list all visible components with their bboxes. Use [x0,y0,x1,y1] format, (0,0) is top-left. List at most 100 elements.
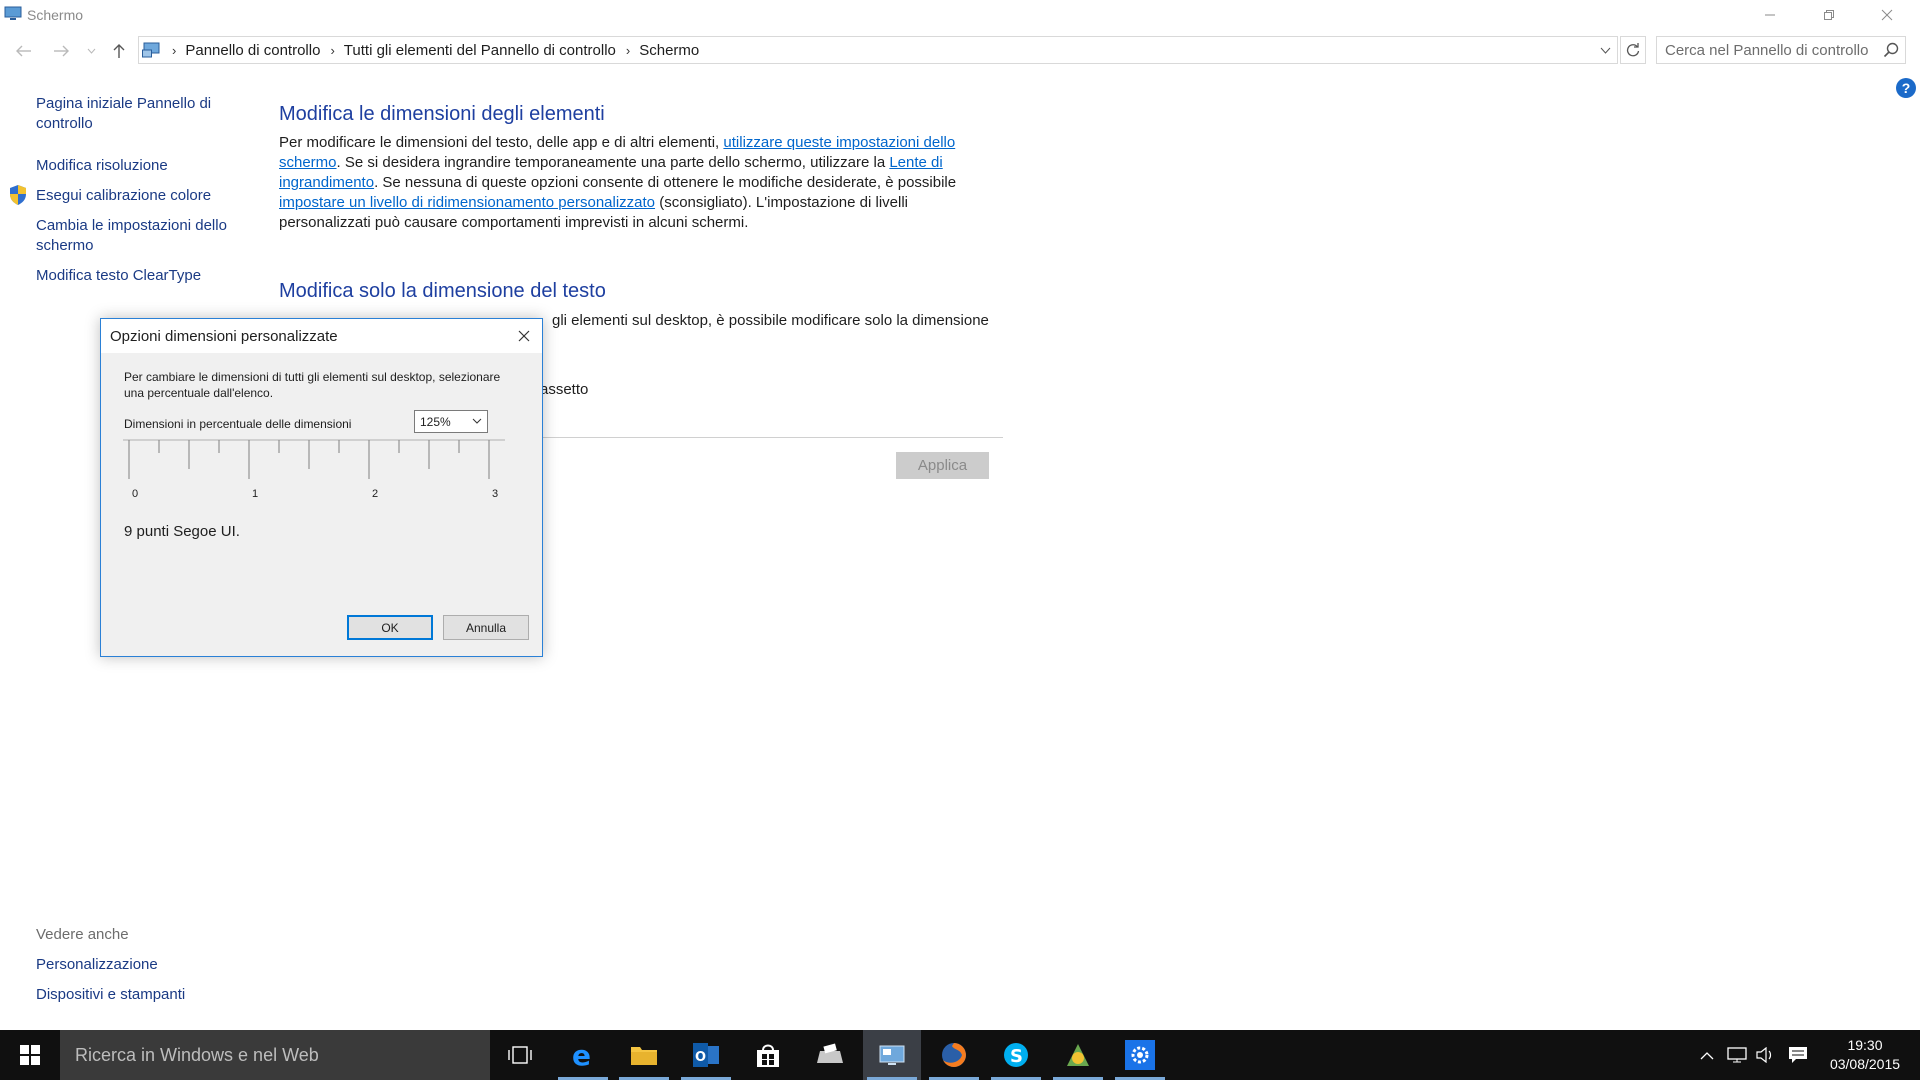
volume-button[interactable] [1752,1030,1778,1080]
custom-scaling-link[interactable]: impostare un livello di ridimensionament… [279,194,655,211]
chevron-down-icon [1600,47,1610,54]
search-placeholder: Cerca nel Pannello di controllo [1665,42,1869,59]
section-description: Per modificare le dimensioni del testo, … [279,133,999,233]
taskbar-green-app[interactable] [1049,1030,1107,1080]
restore-button[interactable] [1800,0,1858,30]
outlook-icon: O [693,1043,719,1067]
chevron-right-icon[interactable]: › [330,43,334,58]
minimize-button[interactable] [1741,0,1799,30]
apply-button[interactable]: Applica [896,452,989,479]
breadcrumb-all-items[interactable]: Tutti gli elementi del Pannello di contr… [344,42,616,59]
speaker-icon [1756,1047,1772,1063]
network-button[interactable] [1724,1030,1750,1080]
up-button[interactable] [105,34,133,68]
address-bar[interactable]: › Pannello di controllo › Tutti gli elem… [138,36,1618,64]
refresh-button[interactable] [1620,36,1646,64]
edge-icon: e [572,1042,591,1068]
ruler-label-2: 2 [372,488,378,500]
display-icon [4,6,22,20]
control-panel-window: Schermo › Pannello di controllo › Tutti … [0,0,1920,1080]
recent-locations-button[interactable] [83,34,99,68]
control-panel-icon [142,42,160,58]
ok-button[interactable]: OK [347,615,433,640]
taskbar-fax-scanner[interactable] [801,1030,859,1080]
taskbar-settings[interactable] [1111,1030,1169,1080]
chevron-right-icon[interactable]: › [626,43,630,58]
dialog-description: Per cambiare le dimensioni di tutti gli … [124,370,501,400]
scale-ruler[interactable]: 0 1 2 3 [123,439,505,501]
notification-icon [1789,1047,1807,1063]
back-button[interactable] [10,34,38,68]
control-panel-icon [879,1045,905,1065]
see-also-devices-printers[interactable]: Dispositivi e stampanti [36,985,246,1005]
taskbar-edge[interactable]: e [554,1030,612,1080]
taskbar-outlook[interactable]: O [677,1030,735,1080]
scale-select[interactable]: 125% [414,410,488,433]
skype-icon: S [1004,1043,1028,1067]
address-dropdown-button[interactable] [1593,37,1617,63]
green-app-icon [1067,1044,1089,1066]
task-view-button[interactable] [491,1030,549,1080]
section-title-text-size: Modifica solo la dimensione del testo [279,280,606,302]
taskbar-store[interactable] [739,1030,797,1080]
taskbar: Ricerca in Windows e nel Web e O S 19:30… [0,1030,1920,1080]
dialog-title: Opzioni dimensioni personalizzate [110,328,338,345]
text-size-description-fragment: assetto [540,381,589,398]
sidebar-item-control-panel-home[interactable]: Pagina iniziale Pannello di controllo [36,94,246,134]
arrow-right-icon [54,45,69,57]
sidebar-item-change-resolution[interactable]: Modifica risoluzione [36,156,246,176]
task-view-icon [508,1046,532,1064]
settings-gear-icon [1125,1040,1155,1070]
search-box[interactable]: Cerca nel Pannello di controllo [1656,36,1906,64]
taskbar-search-box[interactable]: Ricerca in Windows e nel Web [60,1030,490,1080]
sidebar-item-color-calibration[interactable]: Esegui calibrazione colore [36,186,246,206]
taskbar-display-control-panel[interactable] [863,1030,921,1080]
dialog-title-bar: Opzioni dimensioni personalizzate [101,319,542,353]
help-icon[interactable]: ? [1896,78,1916,98]
chevron-up-icon [1700,1051,1714,1059]
cancel-button[interactable]: Annulla [443,615,529,640]
windows-logo-icon [20,1045,40,1065]
dialog-close-button[interactable] [514,326,534,346]
taskbar-file-explorer[interactable] [615,1030,673,1080]
svg-text:e: e [572,1042,591,1068]
start-button[interactable] [0,1030,60,1080]
sidebar-item-display-settings[interactable]: Cambia le impostazioni dello schermo [36,216,246,256]
clock-date: 03/08/2015 [1829,1056,1901,1072]
window-title: Schermo [27,7,84,23]
chevron-down-icon [472,418,482,424]
see-also-heading: Vedere anche [36,926,129,943]
divider [540,437,1003,438]
taskbar-search-placeholder: Ricerca in Windows e nel Web [75,1045,319,1065]
svg-text:O: O [695,1050,706,1065]
description-text: Per modificare le dimensioni del testo, … [279,134,724,151]
text-size-description: gli elementi sul desktop, è possibile mo… [552,312,989,329]
show-hidden-icons-button[interactable] [1695,1030,1719,1080]
taskbar-skype[interactable]: S [987,1030,1045,1080]
clock-time: 19:30 [1847,1037,1883,1053]
close-button[interactable] [1858,0,1916,30]
navigation-bar: › Pannello di controllo › Tutti gli elem… [0,34,1920,68]
action-center-button[interactable] [1782,1030,1814,1080]
description-text: . Se nessuna di queste opzioni consente … [374,174,957,191]
folder-icon [631,1047,657,1065]
description-text: . Se si desidera ingrandire temporaneame… [336,154,890,171]
scale-select-value: 125% [420,415,451,429]
chevron-right-icon: › [172,42,177,58]
svg-text:S: S [1010,1046,1023,1067]
taskbar-firefox[interactable] [925,1030,983,1080]
see-also-personalization[interactable]: Personalizzazione [36,955,246,975]
arrow-up-icon [113,44,125,58]
fax-scanner-icon [817,1043,843,1063]
taskbar-clock[interactable]: 19:30 03/08/2015 [1820,1036,1910,1074]
close-icon [1881,9,1893,21]
sidebar-item-cleartype[interactable]: Modifica testo ClearType [36,266,246,286]
uac-shield-icon [10,185,26,205]
minimize-icon [1765,14,1775,16]
close-icon [518,330,530,342]
custom-sizing-dialog: Opzioni dimensioni personalizzate Per ca… [100,318,543,657]
breadcrumb-display[interactable]: Schermo [639,42,699,59]
breadcrumb-control-panel[interactable]: Pannello di controllo [185,42,320,59]
ruler-label-0: 0 [132,488,138,500]
forward-button[interactable] [47,34,75,68]
